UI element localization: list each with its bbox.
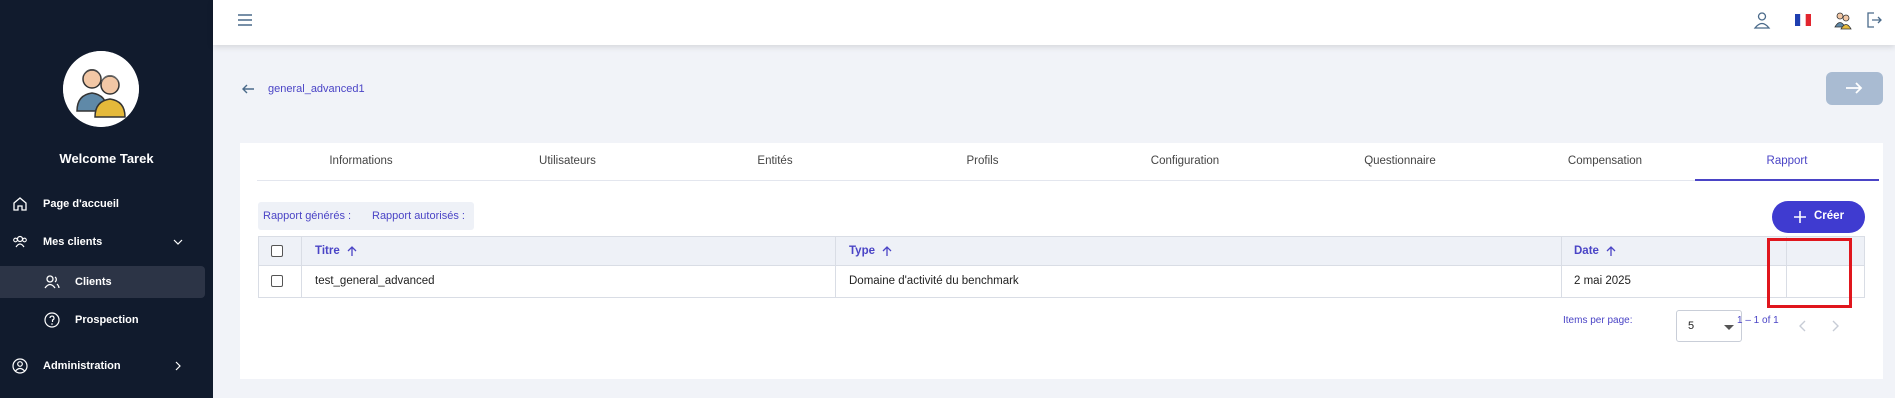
create-button[interactable]: Créer <box>1772 201 1865 233</box>
column-titre[interactable]: Titre <box>315 245 358 257</box>
sidebar-item-label: Clients <box>75 276 112 288</box>
logout-icon[interactable] <box>1864 10 1884 30</box>
top-bar <box>213 0 1895 45</box>
table-header: Titre Type Date <box>259 237 1864 266</box>
sidebar-item-clients[interactable]: Clients <box>0 266 205 298</box>
tab-bar: Informations Utilisateurs Entités Profil… <box>257 143 1879 181</box>
select-all-checkbox[interactable] <box>271 245 283 257</box>
row-checkbox[interactable] <box>271 275 283 287</box>
sort-up-icon[interactable] <box>346 245 358 257</box>
column-type-label: Type <box>849 245 875 257</box>
next-page-icon[interactable] <box>1828 319 1842 333</box>
previous-page-icon[interactable] <box>1796 319 1810 333</box>
forward-button[interactable] <box>1826 72 1883 105</box>
cell-date: 2 mai 2025 <box>1574 275 1631 287</box>
tab-configuration[interactable]: Configuration <box>1085 143 1285 181</box>
users-icon <box>13 235 27 248</box>
content-card: Informations Utilisateurs Entités Profil… <box>240 143 1883 379</box>
home-icon <box>13 197 27 211</box>
tab-profils[interactable]: Profils <box>880 143 1085 181</box>
report-filters: Rapport générés : Rapport autorisés : <box>258 202 474 230</box>
chevron-down-icon[interactable] <box>172 236 184 248</box>
column-divider <box>301 237 302 297</box>
menu-icon[interactable] <box>237 13 253 27</box>
tab-questionnaire[interactable]: Questionnaire <box>1285 143 1515 181</box>
sidebar-item-label: Administration <box>43 360 121 372</box>
filter-authorized[interactable]: Rapport autorisés : <box>372 210 465 222</box>
user-circle-icon <box>12 358 28 374</box>
highlight-box <box>1767 238 1852 308</box>
tab-informations[interactable]: Informations <box>257 143 465 181</box>
chevron-right-icon[interactable] <box>172 360 184 372</box>
sidebar: Welcome Tarek Page d'accueil Mes clients… <box>0 0 213 398</box>
column-type[interactable]: Type <box>849 245 893 257</box>
cell-titre: test_general_advanced <box>315 275 435 287</box>
pagination-range: 1 – 1 of 1 <box>1737 315 1779 326</box>
column-titre-label: Titre <box>315 245 340 257</box>
sort-up-icon[interactable] <box>1605 245 1617 257</box>
reports-table: Titre Type Date test_general_advanced Do… <box>258 236 1865 298</box>
table-row[interactable]: test_general_advanced Domaine d'activité… <box>259 266 1864 297</box>
tab-compensation[interactable]: Compensation <box>1515 143 1695 181</box>
sidebar-item-label: Prospection <box>75 314 139 326</box>
sidebar-item-label: Mes clients <box>43 236 103 248</box>
back-arrow-icon[interactable] <box>240 81 256 97</box>
plus-icon <box>1794 211 1806 223</box>
items-per-page-select[interactable]: 5 <box>1676 310 1742 342</box>
welcome-text: Welcome Tarek <box>59 151 154 166</box>
sidebar-item-label: Page d'accueil <box>43 198 119 210</box>
help-circle-icon <box>44 312 60 328</box>
tab-utilisateurs[interactable]: Utilisateurs <box>465 143 670 181</box>
sidebar-item-administration[interactable]: Administration <box>0 350 213 382</box>
create-button-label: Créer <box>1814 210 1845 222</box>
column-divider <box>835 237 836 297</box>
sidebar-item-prospection[interactable]: Prospection <box>0 304 205 336</box>
column-divider <box>1561 237 1562 297</box>
column-date-label: Date <box>1574 245 1599 257</box>
sidebar-item-mes-clients[interactable]: Mes clients <box>0 226 213 258</box>
tab-entites[interactable]: Entités <box>670 143 880 181</box>
avatar[interactable] <box>63 51 139 127</box>
user-group-icon <box>44 275 60 289</box>
sidebar-item-home[interactable]: Page d'accueil <box>0 188 213 220</box>
profile-icon[interactable] <box>1752 10 1772 30</box>
column-date[interactable]: Date <box>1574 245 1617 257</box>
cell-type: Domaine d'activité du benchmark <box>849 275 1019 287</box>
sort-up-icon[interactable] <box>881 245 893 257</box>
users-avatar-icon[interactable] <box>1833 10 1853 30</box>
tab-rapport[interactable]: Rapport <box>1695 143 1879 181</box>
dropdown-caret-icon <box>1724 325 1734 330</box>
french-flag-icon[interactable] <box>1793 10 1813 30</box>
filter-generated[interactable]: Rapport générés : <box>263 210 351 222</box>
arrow-right-icon <box>1846 82 1863 94</box>
items-per-page-value: 5 <box>1688 320 1695 332</box>
breadcrumb[interactable]: general_advanced1 <box>268 83 365 95</box>
items-per-page-label: Items per page: <box>1563 315 1633 326</box>
